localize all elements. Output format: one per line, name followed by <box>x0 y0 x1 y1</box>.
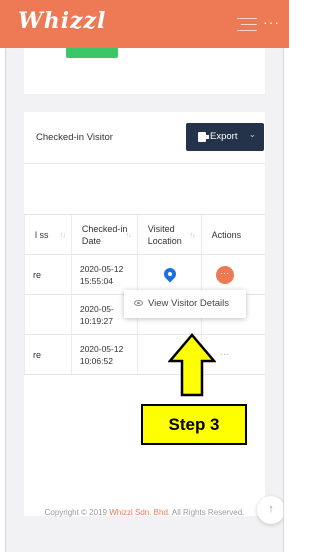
column-label: l ss <box>35 229 49 240</box>
top-card <box>24 40 265 94</box>
cell-location <box>136 254 202 295</box>
eye-icon <box>134 300 143 306</box>
right-border <box>283 0 289 552</box>
cell-address: re <box>24 334 72 375</box>
sort-icon[interactable]: ↑↓ <box>126 230 132 242</box>
hamburger-menu-icon[interactable] <box>237 18 257 32</box>
sort-icon[interactable]: ↑↓ <box>60 230 66 242</box>
footer-copyright: Copyright © 2019 Whizzl Sdn. Bhd. All Ri… <box>24 508 265 517</box>
popover-label: View Visitor Details <box>148 298 229 309</box>
column-label: Actions <box>211 229 242 240</box>
app-frame: Whizzl ··· Checked-in Visitor Export ⌄ l… <box>0 0 289 552</box>
export-icon <box>198 132 209 142</box>
view-visitor-details-menu-item[interactable]: View Visitor Details <box>124 290 246 318</box>
export-button[interactable]: Export ⌄ <box>186 123 264 151</box>
table-row: re 2020-05-12 10:06:52 ··· <box>24 334 265 375</box>
panel-title: Checked-in Visitor <box>36 132 113 143</box>
table-header-row: l ss ↑↓ Checked-in Date ↑↓ Visited Locat… <box>24 214 265 255</box>
cell-checked-in-date: 2020-05-12 15:55:04 <box>70 254 138 295</box>
copyright-prefix: Copyright © 2019 <box>44 508 110 517</box>
step-annotation-label: Step 3 <box>141 404 247 445</box>
column-label: Checked-in Date <box>81 223 128 246</box>
column-header-actions: Actions <box>200 214 265 255</box>
app-logo[interactable]: Whizzl <box>18 8 106 34</box>
copyright-suffix: All Rights Reserved. <box>170 508 245 517</box>
top-bar: Whizzl ··· <box>0 0 289 48</box>
column-header-checked-in-date[interactable]: Checked-in Date ↑↓ <box>70 214 138 255</box>
actions-menu-button[interactable]: ··· <box>215 265 234 284</box>
column-header-visited-location[interactable]: Visited Location ↑↓ <box>136 214 202 255</box>
copyright-brand-link[interactable]: Whizzl Sdn. Bhd. <box>109 508 170 517</box>
more-dots-icon[interactable]: ··· <box>263 14 280 30</box>
arrow-up-icon <box>168 333 216 397</box>
left-border <box>0 0 6 552</box>
column-label: Visited Location <box>147 223 182 246</box>
column-header-address[interactable]: l ss ↑↓ <box>24 214 72 255</box>
table-row: re 2020-05-12 15:55:04 ··· <box>24 254 265 295</box>
scroll-to-top-button[interactable]: ↑ <box>257 496 285 524</box>
export-label: Export <box>210 131 238 142</box>
cell-address <box>24 294 72 335</box>
cell-address: re <box>24 254 72 295</box>
cell-checked-in-date: 2020-05-12 10:06:52 <box>70 334 138 375</box>
sort-icon[interactable]: ↑↓ <box>190 230 196 242</box>
cell-actions: ··· <box>200 254 265 295</box>
panel-header: Checked-in Visitor Export ⌄ <box>24 112 265 164</box>
actions-menu-button[interactable]: ··· <box>220 349 230 360</box>
chevron-down-icon: ⌄ <box>249 130 256 139</box>
map-pin-icon[interactable] <box>164 268 176 282</box>
